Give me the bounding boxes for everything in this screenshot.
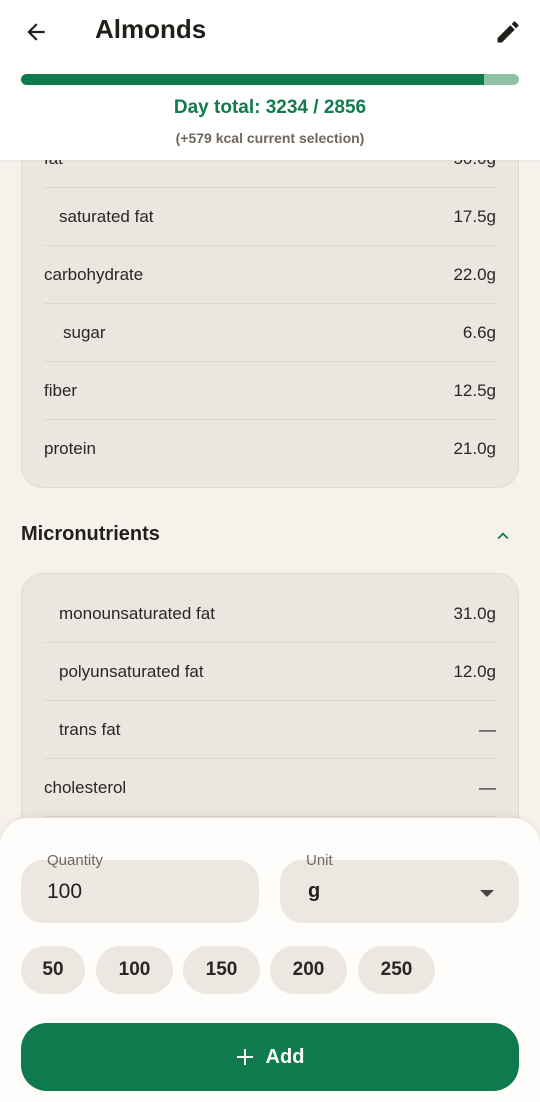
- micronutrients-collapse-button[interactable]: [488, 521, 518, 551]
- micronutrient-row-trans-fat: trans fat —: [44, 701, 496, 759]
- micronutrient-row-polyunsaturated-fat: polyunsaturated fat 12.0g: [44, 643, 496, 701]
- quantity-chip-100[interactable]: 100: [96, 946, 173, 994]
- back-button[interactable]: [18, 14, 54, 50]
- quantity-chip-250[interactable]: 250: [358, 946, 435, 994]
- micronutrients-title: Micronutrients: [21, 523, 160, 545]
- nutrient-label: monounsaturated fat: [59, 603, 215, 623]
- unit-value: g: [308, 880, 321, 902]
- quantity-label: Quantity: [47, 852, 103, 869]
- nutrient-label: protein: [44, 439, 96, 458]
- calorie-progress-bar: [21, 74, 519, 85]
- selection-kcal-note: (+579 kcal current selection): [175, 130, 365, 146]
- unit-label: Unit: [306, 852, 333, 869]
- quantity-chip-150[interactable]: 150: [183, 946, 260, 994]
- header: Almonds Day total: 3234 / 2856 (+579 kca…: [0, 0, 540, 160]
- micronutrient-row-cholesterol: cholesterol —: [44, 759, 496, 817]
- arrow-back-icon: [27, 23, 45, 41]
- micronutrient-row-monounsaturated-fat: monounsaturated fat 31.0g: [44, 585, 496, 643]
- pencil-icon: [497, 21, 519, 43]
- nutrient-row-saturated-fat: saturated fat 17.5g: [44, 188, 496, 246]
- plus-icon: [236, 1049, 253, 1065]
- nutrient-row-sugar: sugar 6.6g: [44, 304, 496, 362]
- day-total-text: Day total: 3234 / 2856: [173, 97, 367, 118]
- add-button-label: Add: [265, 1045, 305, 1068]
- unit-select[interactable]: Unit g: [280, 852, 519, 923]
- add-food-sheet: Quantity 100 Unit g 50 100 150 200 250 A…: [0, 818, 540, 1102]
- nutrient-label: carbohydrate: [44, 264, 144, 284]
- add-button[interactable]: Add: [21, 1023, 519, 1091]
- nutrient-value: —: [479, 719, 496, 739]
- nutrient-value: 17.5g: [453, 206, 496, 226]
- chevron-up-icon: [497, 532, 509, 540]
- nutrient-value: 12.5g: [453, 380, 496, 400]
- nutrient-label: sugar: [63, 322, 106, 342]
- page-title: Almonds: [95, 14, 207, 44]
- nutrient-value: —: [479, 777, 496, 797]
- edit-button[interactable]: [490, 14, 526, 50]
- nutrient-row-protein: protein 21.0g: [44, 420, 496, 478]
- nutrient-value: 12.0g: [453, 661, 496, 681]
- nutrient-row-carbohydrate: carbohydrate 22.0g: [44, 246, 496, 304]
- nutrient-label: trans fat: [59, 719, 121, 739]
- nutrient-value: 6.6g: [462, 322, 496, 342]
- quantity-chip-200[interactable]: 200: [270, 946, 347, 994]
- dropdown-arrow-icon: [479, 886, 495, 904]
- nutrient-row-fiber: fiber 12.5g: [44, 362, 496, 420]
- quantity-chip-50[interactable]: 50: [21, 946, 85, 994]
- nutrition-card: fat 50.0g saturated fat 17.5g carbohydra…: [21, 120, 519, 488]
- calorie-progress-fill: [21, 74, 485, 85]
- nutrient-label: fiber: [44, 380, 78, 400]
- top-app-bar: Almonds: [0, 0, 540, 62]
- nutrient-value: 31.0g: [453, 603, 496, 623]
- nutrient-value: 21.0g: [453, 439, 496, 458]
- nutrient-label: cholesterol: [44, 777, 127, 797]
- quantity-input[interactable]: 100: [47, 880, 82, 904]
- quantity-field[interactable]: Quantity 100: [21, 852, 259, 923]
- nutrient-label: polyunsaturated fat: [59, 661, 204, 681]
- nutrient-value: 22.0g: [453, 264, 496, 284]
- nutrient-label: saturated fat: [59, 206, 154, 226]
